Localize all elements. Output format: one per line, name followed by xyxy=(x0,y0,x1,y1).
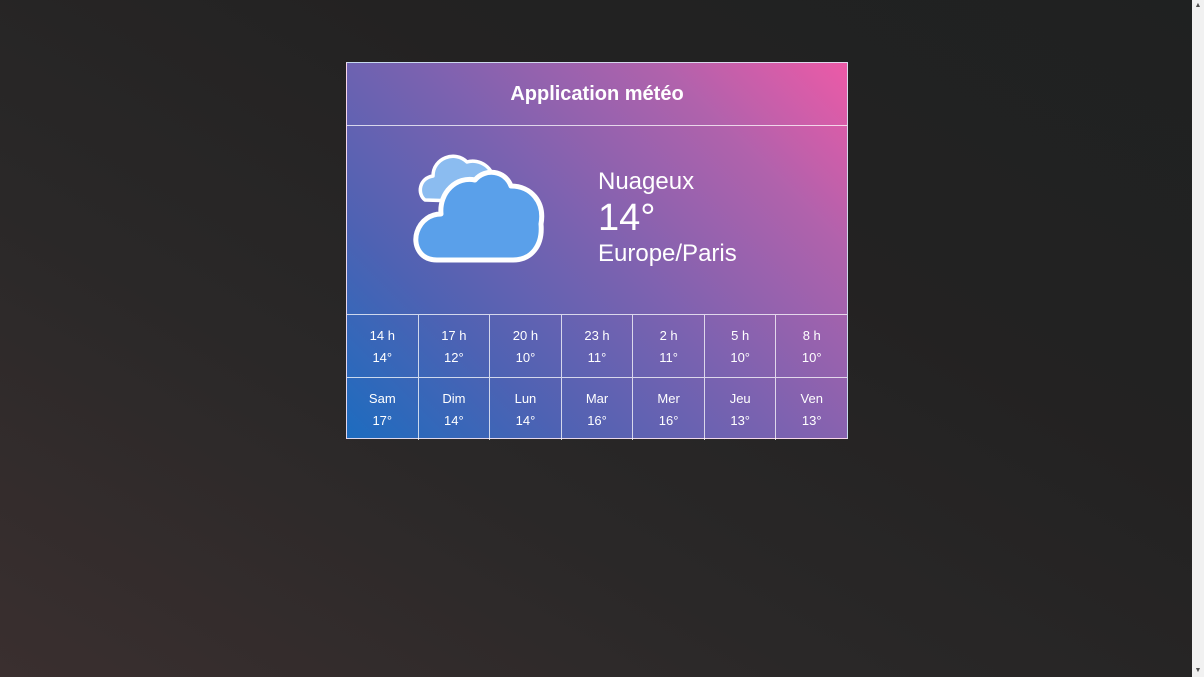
day-label: Sam xyxy=(368,390,396,406)
hourly-item: 5 h 10° xyxy=(705,315,777,377)
daily-forecast: Sam 17° Dim 14° Lun 14° Mar 16° Mer 16° … xyxy=(347,378,847,440)
hour-temp: 14° xyxy=(372,349,393,365)
day-label: Jeu xyxy=(729,390,751,406)
current-weather: Nuageux 14° Europe/Paris xyxy=(347,126,847,315)
hour-label: 23 h xyxy=(584,327,610,343)
hourly-item: 14 h 14° xyxy=(347,315,419,377)
daily-item: Lun 14° xyxy=(490,378,562,440)
daily-item: Mer 16° xyxy=(633,378,705,440)
current-temperature: 14° xyxy=(598,197,656,239)
hour-temp: 10° xyxy=(801,349,822,365)
day-label: Ven xyxy=(800,390,823,406)
app-header: Application météo xyxy=(347,63,847,126)
weather-app: Application météo Nuageux 14° Europe/Par… xyxy=(346,62,848,440)
hourly-item: 23 h 11° xyxy=(562,315,634,377)
hour-label: 14 h xyxy=(369,327,395,343)
hour-label: 5 h xyxy=(731,327,750,343)
day-temp: 16° xyxy=(587,412,607,428)
hour-temp: 11° xyxy=(659,349,678,365)
day-temp: 14° xyxy=(515,412,536,428)
timezone: Europe/Paris xyxy=(598,240,737,267)
day-temp: 13° xyxy=(801,412,822,428)
hourly-forecast: 14 h 14° 17 h 12° 20 h 10° 23 h 11° 2 h … xyxy=(347,315,847,378)
day-temp: 14° xyxy=(444,412,464,428)
hour-temp: 11° xyxy=(587,349,607,365)
page-scrollbar[interactable]: ▲ ▼ xyxy=(1192,0,1204,677)
hourly-item: 17 h 12° xyxy=(419,315,491,377)
day-label: Mer xyxy=(657,390,680,406)
daily-item: Dim 14° xyxy=(419,378,491,440)
daily-item: Sam 17° xyxy=(347,378,419,440)
hourly-item: 20 h 10° xyxy=(490,315,562,377)
weather-condition: Nuageux xyxy=(598,168,695,195)
day-label: Dim xyxy=(442,390,466,406)
hour-label: 17 h xyxy=(441,327,467,343)
hourly-item: 8 h 10° xyxy=(776,315,847,377)
daily-item: Mar 16° xyxy=(562,378,634,440)
day-temp: 16° xyxy=(658,412,679,428)
hour-label: 8 h xyxy=(802,327,821,343)
hour-temp: 10° xyxy=(515,349,536,365)
daily-item: Jeu 13° xyxy=(705,378,777,440)
hour-temp: 10° xyxy=(730,349,751,365)
scroll-up-arrow-icon[interactable]: ▲ xyxy=(1192,0,1204,12)
app-title: Application météo xyxy=(510,82,684,105)
hour-label: 20 h xyxy=(512,327,539,343)
scroll-down-arrow-icon[interactable]: ▼ xyxy=(1192,665,1204,677)
current-info: Nuageux 14° Europe/Paris xyxy=(598,170,737,266)
hourly-item: 2 h 11° xyxy=(633,315,705,377)
day-temp: 17° xyxy=(372,412,393,428)
hour-label: 2 h xyxy=(659,327,678,343)
day-temp: 13° xyxy=(730,412,751,428)
day-label: Lun xyxy=(514,390,537,406)
daily-item: Ven 13° xyxy=(776,378,847,440)
cloudy-icon xyxy=(413,154,545,263)
hour-temp: 12° xyxy=(444,349,464,365)
day-label: Mar xyxy=(585,390,609,406)
